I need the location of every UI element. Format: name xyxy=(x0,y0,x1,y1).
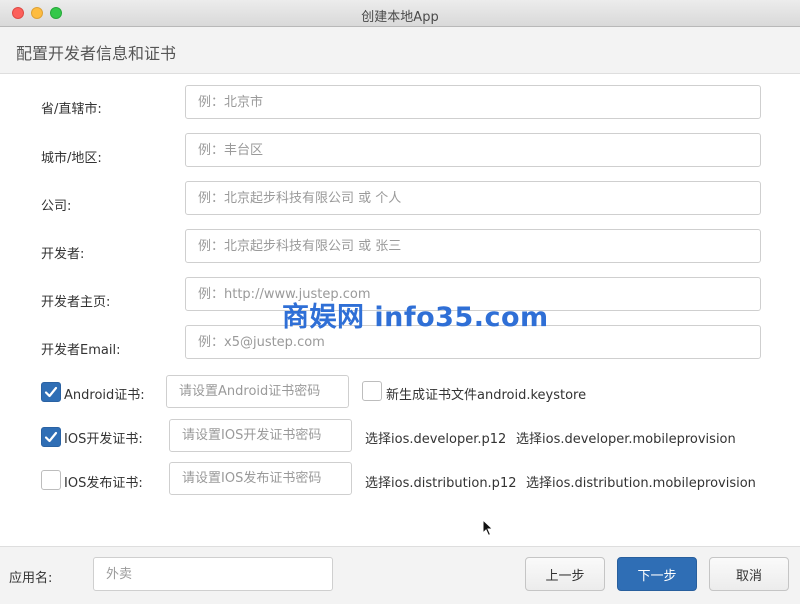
app-name-input[interactable] xyxy=(93,557,333,591)
ios-dev-password-input[interactable] xyxy=(169,419,352,452)
ios-dist-password-input[interactable] xyxy=(169,462,352,495)
company-input[interactable] xyxy=(185,181,761,215)
mouse-cursor-icon xyxy=(482,519,494,537)
city-label: 城市/地区: xyxy=(41,151,102,166)
select-ios-developer-p12-link[interactable]: 选择ios.developer.p12 xyxy=(365,428,506,447)
new-keystore-label: 新生成证书文件android.keystore xyxy=(386,388,587,403)
window-titlebar: 创建本地App xyxy=(0,0,800,27)
page-title: 配置开发者信息和证书 xyxy=(16,44,177,63)
province-input[interactable] xyxy=(185,85,761,119)
next-step-button[interactable]: 下一步 xyxy=(617,557,697,591)
ios-dist-cert-label: IOS发布证书: xyxy=(64,476,143,491)
android-cert-label: Android证书: xyxy=(64,388,145,403)
homepage-label: 开发者主页: xyxy=(41,295,111,310)
city-input[interactable] xyxy=(185,133,761,167)
ios-dev-cert-label: IOS开发证书: xyxy=(64,432,143,447)
province-label: 省/直辖市: xyxy=(41,102,102,117)
email-input[interactable] xyxy=(185,325,761,359)
developer-input[interactable] xyxy=(185,229,761,263)
android-cert-checkbox[interactable] xyxy=(41,382,61,402)
select-ios-developer-provision-link[interactable]: 选择ios.developer.mobileprovision xyxy=(516,428,736,447)
checkmark-icon xyxy=(44,386,58,398)
select-ios-distribution-provision-link[interactable]: 选择ios.distribution.mobileprovision xyxy=(526,472,756,491)
app-name-label: 应用名: xyxy=(9,571,53,586)
window-title: 创建本地App xyxy=(361,10,439,25)
developer-label: 开发者: xyxy=(41,247,85,262)
ios-dist-cert-checkbox[interactable] xyxy=(41,470,61,490)
ios-dev-cert-checkbox[interactable] xyxy=(41,427,61,447)
select-ios-distribution-p12-link[interactable]: 选择ios.distribution.p12 xyxy=(365,472,516,491)
company-label: 公司: xyxy=(41,199,72,214)
cancel-button[interactable]: 取消 xyxy=(709,557,789,591)
dialog-footer: 应用名: 上一步 下一步 取消 xyxy=(0,546,800,604)
dialog-header: 配置开发者信息和证书 xyxy=(0,27,800,74)
homepage-input[interactable] xyxy=(185,277,761,311)
previous-step-button[interactable]: 上一步 xyxy=(525,557,605,591)
new-keystore-checkbox[interactable] xyxy=(362,381,382,401)
checkmark-icon xyxy=(44,431,58,443)
email-label: 开发者Email: xyxy=(41,343,121,358)
android-password-input[interactable] xyxy=(166,375,349,408)
